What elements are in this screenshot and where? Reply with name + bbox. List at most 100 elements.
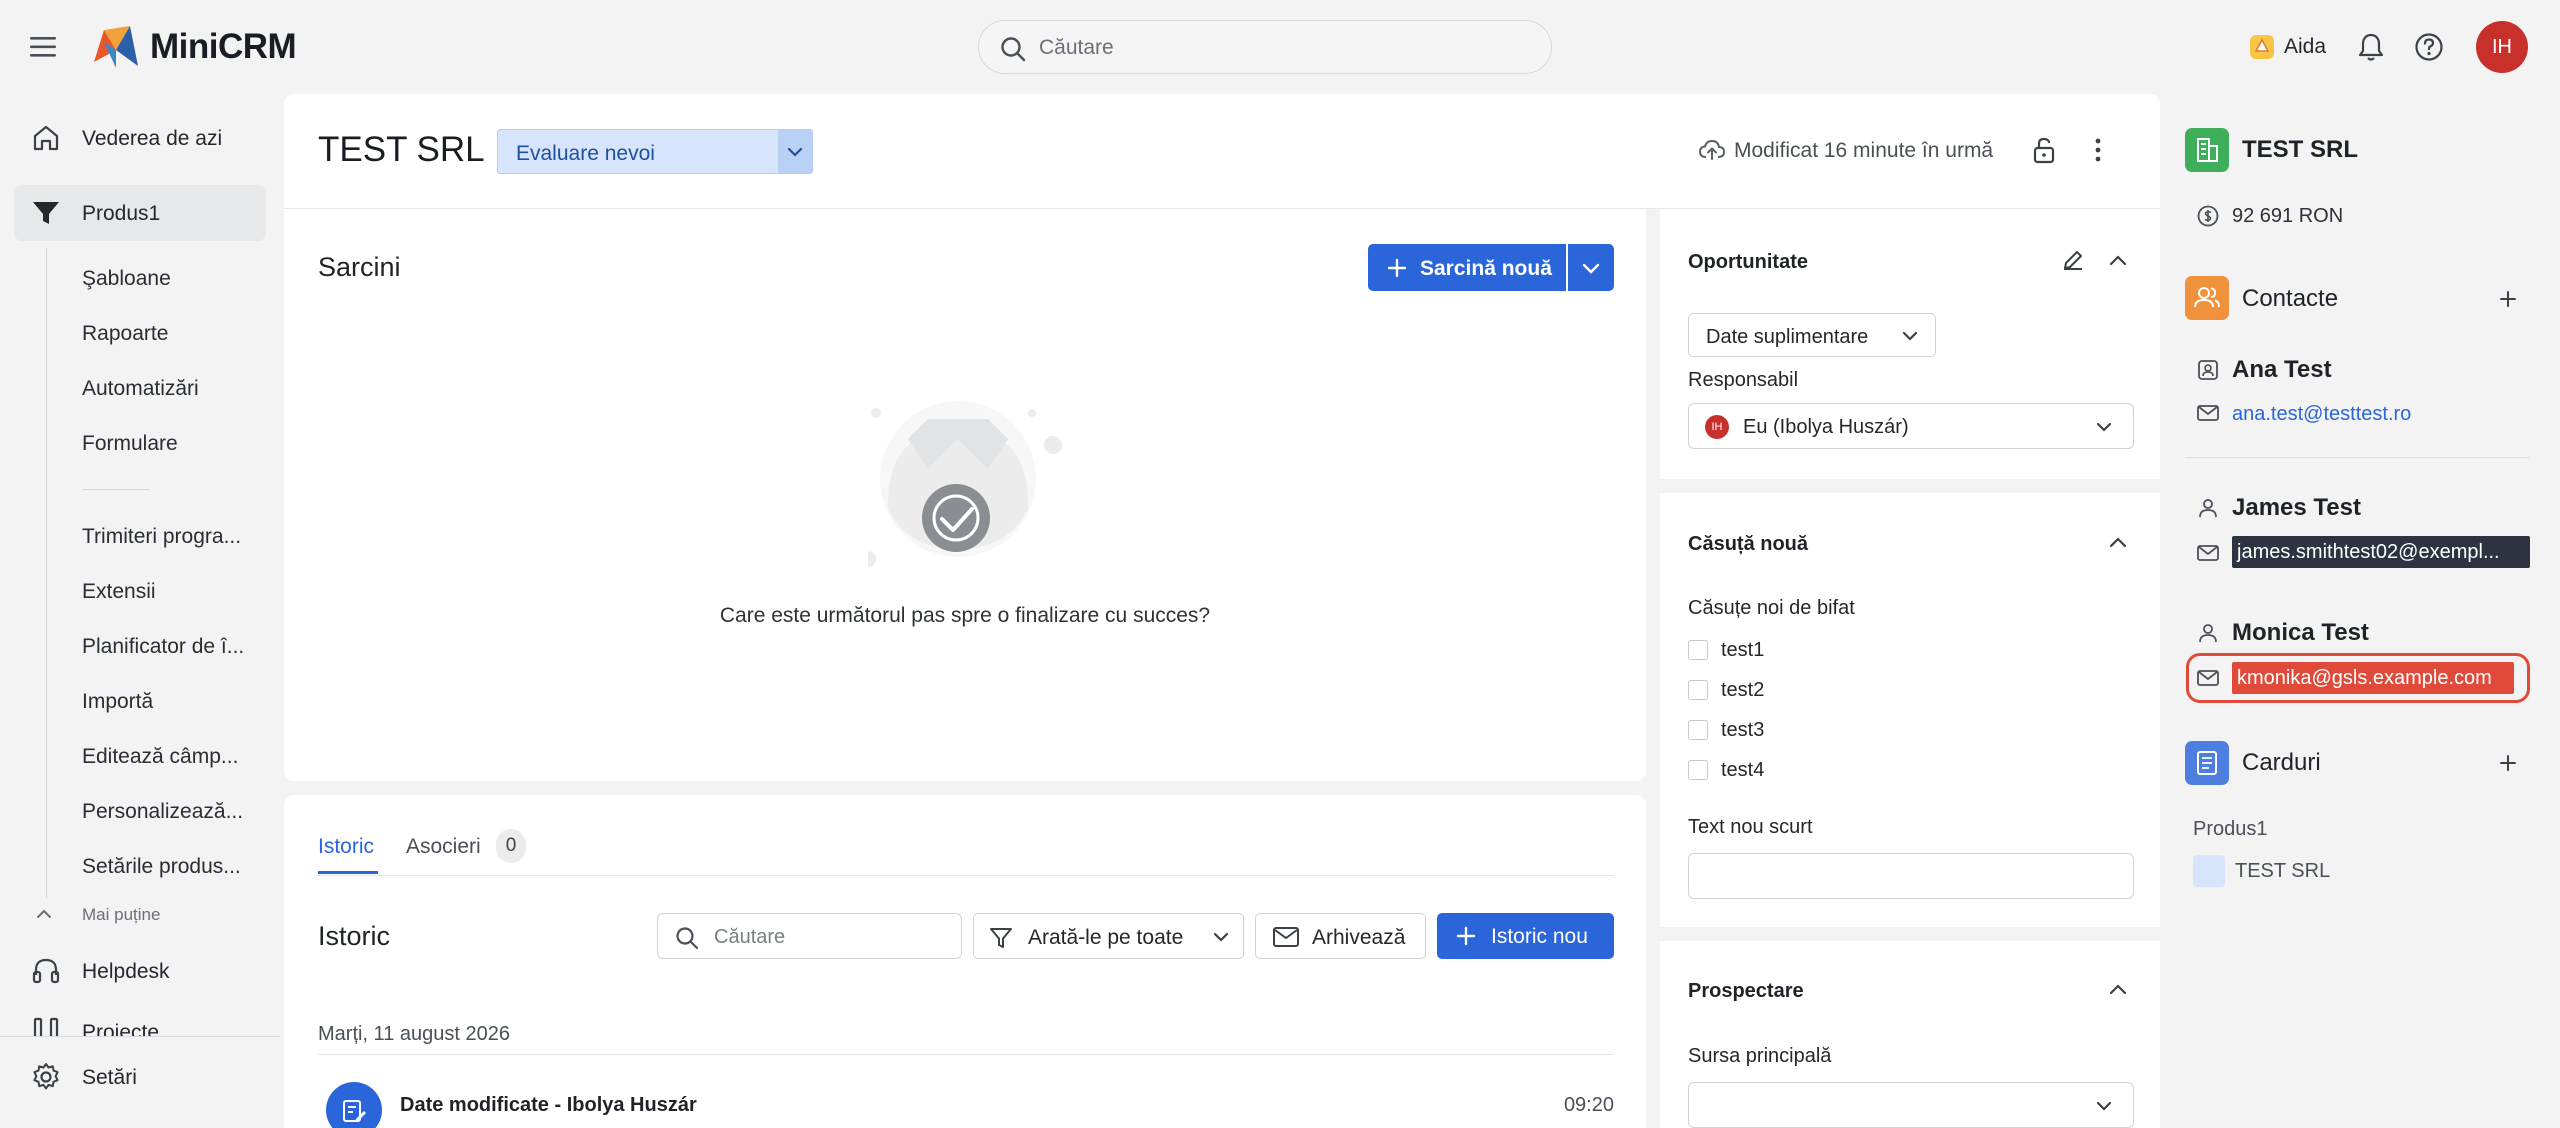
chevron-down-icon — [1899, 326, 1921, 346]
sidebar-sub-planner[interactable]: Planificator de î... — [82, 635, 244, 659]
sidebar-sub-product-settings[interactable]: Setările produs... — [82, 855, 241, 879]
sidebar-item-settings[interactable]: Setări — [14, 1049, 266, 1105]
history-title: Istoric — [318, 921, 391, 951]
tasks-empty-text: Care este următorul pas spre o finalizar… — [719, 604, 1211, 627]
email-icon — [2196, 668, 2220, 688]
record-header: TEST SRL Evaluare nevoi Modificat 16 min… — [284, 94, 2160, 208]
show-all-filter-button[interactable]: Arată-le pe toate — [973, 913, 1244, 959]
aida-assistant-button[interactable]: Aida — [2248, 30, 2368, 66]
headset-icon — [30, 955, 62, 987]
sidebar-item-produs1[interactable]: Produs1 — [14, 185, 266, 241]
user-avatar[interactable]: IH — [2476, 21, 2528, 73]
short-text-input[interactable] — [1688, 853, 2134, 899]
status-select[interactable]: Evaluare nevoi — [497, 129, 813, 174]
responsible-value: Eu (Ibolya Huszár) — [1743, 416, 1909, 438]
tabs-divider — [318, 875, 1614, 876]
sidebar-item-label: Proiecte — [82, 1021, 160, 1036]
extra-data-dropdown[interactable]: Date suplimentare — [1688, 313, 1936, 357]
sidebar-sub-customize[interactable]: Personalizează... — [82, 800, 243, 824]
sidebar-sub-forms[interactable]: Formulare — [82, 432, 178, 456]
more-options-icon[interactable] — [2092, 136, 2104, 164]
empty-state-illustration-icon — [868, 399, 1088, 569]
bell-icon[interactable] — [2356, 31, 2386, 63]
chevron-up-icon[interactable] — [2106, 531, 2130, 553]
contacts-title: Contacte — [2242, 285, 2339, 312]
history-date-heading: Marți, 11 august 2026 — [318, 1023, 510, 1045]
email-icon — [2196, 403, 2220, 423]
sidebar-sub-import[interactable]: Importă — [82, 690, 153, 714]
help-icon[interactable] — [2413, 31, 2445, 63]
global-search-input[interactable]: Căutare — [978, 20, 1552, 74]
new-task-button[interactable]: Sarcină nouă — [1368, 244, 1566, 291]
responsible-label: Responsabil — [1688, 369, 1799, 391]
responsible-avatar: IH — [1705, 415, 1729, 439]
sidebar-sub-extensions[interactable]: Extensii — [82, 580, 156, 604]
chevron-up-icon[interactable] — [2106, 249, 2130, 271]
sidebar-item-label: Produs1 — [82, 202, 161, 225]
add-card-plus-icon[interactable] — [2497, 752, 2519, 774]
company-name-link[interactable]: TEST SRL — [2242, 136, 2358, 164]
contact-email-selected[interactable]: kmonika@gsls.example.com — [2232, 662, 2514, 694]
chevron-down-icon — [2093, 417, 2115, 437]
pencil-icon[interactable] — [2060, 247, 2086, 273]
sidebar-item-projects[interactable]: Proiecte — [14, 1004, 266, 1036]
history-search-input[interactable]: Căutare — [657, 913, 962, 959]
archive-button[interactable]: Arhivează — [1255, 913, 1426, 959]
contact-name[interactable]: Monica Test — [2232, 619, 2369, 647]
unlock-icon[interactable] — [2030, 135, 2058, 165]
tab-associations[interactable]: Asocieri — [406, 835, 481, 859]
sidebar-sub-templates[interactable]: Şabloane — [82, 267, 171, 291]
chevron-up-icon — [34, 906, 54, 922]
contact-email-highlighted[interactable]: james.smithtest02@exempl... — [2232, 536, 2530, 568]
app-name[interactable]: MiniCRM — [150, 27, 297, 67]
coin-icon — [2196, 204, 2220, 228]
sidebar-item-helpdesk[interactable]: Helpdesk — [14, 943, 266, 999]
show-less-toggle[interactable]: Mai puține — [34, 904, 254, 928]
checkbox-test2[interactable] — [1688, 680, 1708, 700]
cloud-upload-icon — [1698, 138, 1726, 162]
record-title: TEST SRL — [318, 130, 485, 169]
archive-label: Arhivează — [1312, 926, 1406, 949]
contact-email-link[interactable]: ana.test@testtest.ro — [2232, 403, 2411, 426]
checkbox-test1[interactable] — [1688, 640, 1708, 660]
checkbox-test4[interactable] — [1688, 760, 1708, 780]
main-source-select[interactable] — [1688, 1082, 2134, 1128]
add-contact-plus-icon[interactable] — [2497, 288, 2519, 310]
new-history-button[interactable]: Istoric nou — [1437, 913, 1614, 959]
minicrm-logo-icon[interactable] — [90, 22, 142, 72]
contacts-icon — [2185, 276, 2229, 320]
history-entry[interactable]: Date modificate - Ibolya Huszár 09:20 — [318, 1082, 1614, 1128]
new-task-label: Sarcină nouă — [1420, 257, 1552, 280]
status-dropdown-toggle[interactable] — [778, 130, 812, 173]
new-box-card: Căsuță nouă Căsuțe noi de bifat test1 te… — [1660, 493, 2160, 927]
person-icon — [2196, 496, 2220, 520]
history-entry-title: Date modificate - Ibolya Huszár — [400, 1094, 697, 1116]
card-product-label: Produs1 — [2193, 818, 2268, 840]
chevron-down-icon — [1210, 927, 1232, 947]
sidebar-sub-automations[interactable]: Automatizări — [82, 377, 199, 401]
checkbox-test3[interactable] — [1688, 720, 1708, 740]
contact-divider — [2185, 457, 2530, 458]
chevron-up-icon[interactable] — [2106, 978, 2130, 1000]
submenu-divider-line — [46, 248, 47, 898]
tab-history[interactable]: Istoric — [318, 835, 374, 859]
associations-count-badge: 0 — [496, 829, 526, 863]
sidebar-sub-edit-fields[interactable]: Editează câmp... — [82, 745, 238, 769]
sidebar-bottom-divider — [0, 1036, 280, 1037]
aida-icon — [2248, 33, 2276, 61]
projects-icon — [30, 1016, 62, 1036]
sidebar-sub-scheduled-sends[interactable]: Trimiteri progra... — [82, 525, 241, 549]
hamburger-menu-icon[interactable] — [28, 34, 62, 60]
card-item-link[interactable]: TEST SRL — [2235, 860, 2330, 883]
opportunity-title: Oportunitate — [1688, 251, 1808, 273]
contact-name[interactable]: Ana Test — [2232, 356, 2332, 384]
new-task-dropdown[interactable] — [1568, 244, 1614, 291]
history-search-placeholder: Căutare — [714, 926, 786, 948]
sidebar-sub-reports[interactable]: Rapoarte — [82, 322, 168, 346]
short-text-label: Text nou scurt — [1688, 816, 1813, 838]
status-value: Evaluare nevoi — [516, 142, 655, 165]
sidebar-item-today[interactable]: Vederea de azi — [14, 110, 266, 166]
contact-name[interactable]: James Test — [2232, 494, 2361, 522]
responsible-select[interactable]: IH Eu (Ibolya Huszár) — [1688, 403, 2134, 449]
global-search-placeholder: Căutare — [1039, 36, 1114, 59]
